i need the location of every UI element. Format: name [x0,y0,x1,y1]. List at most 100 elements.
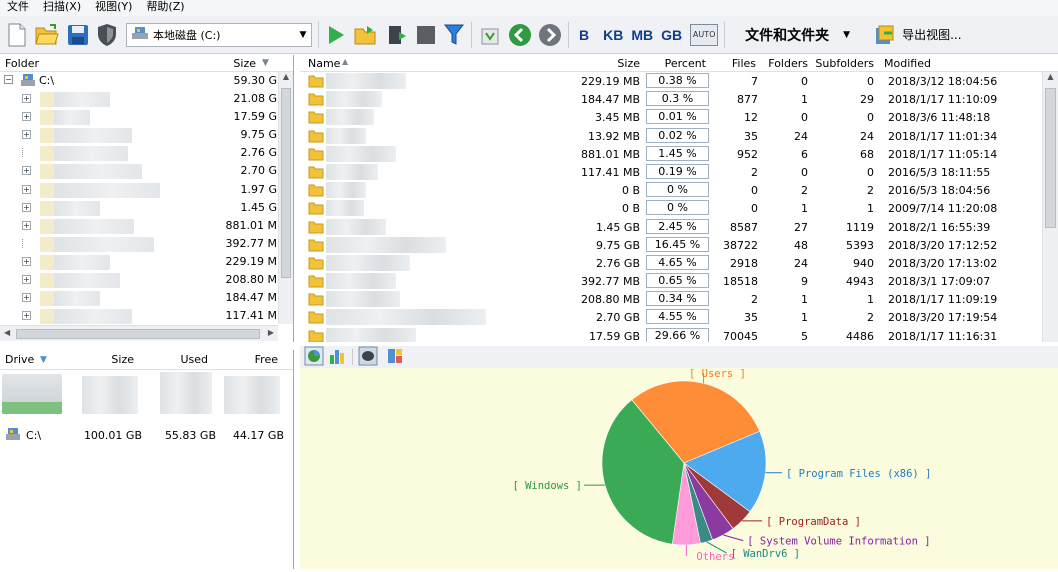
row-size: 2.70 GB [595,311,640,325]
tree-row[interactable]: 392.77 M [0,235,293,253]
export-icon[interactable] [874,21,896,49]
unit-mb-button[interactable]: MB [631,27,653,43]
tree-row[interactable]: +1.45 G [0,199,293,217]
server-icon[interactable] [385,21,409,49]
tree-row[interactable]: +881.01 M [0,217,293,235]
modified-column-header[interactable]: Modified [884,57,931,70]
folders-column-header[interactable]: Folders [768,57,808,70]
size-column-header[interactable]: Size [617,57,640,70]
row-files: 2918 [730,256,758,270]
pie-3d-icon[interactable] [358,346,378,369]
percent-column-header[interactable]: Percent [665,57,706,70]
list-row[interactable]: 2.76 GB 4.65 % 2918 24 940 2018/3/20 17:13:02 [300,254,1058,272]
tree-root-row[interactable]: − C:\ 59.30 G [0,72,293,90]
tree-horizontal-scrollbar[interactable]: ◀ ▶ [0,325,278,341]
scroll-left-icon[interactable]: ◀ [4,328,10,337]
tree-vertical-scrollbar[interactable]: ▲ [278,72,293,324]
bar-chart-icon[interactable] [328,347,346,368]
drive-size-header[interactable]: Size [70,353,134,366]
shield-icon[interactable] [96,21,118,49]
menu-view[interactable]: 视图(Y) [88,0,139,16]
list-row[interactable]: 117.41 MB 0.19 % 2 0 0 2016/5/3 18:11:55 [300,163,1058,181]
row-size: 184.47 MB [580,93,640,107]
tree-size: 392.77 M [225,236,277,250]
list-row[interactable]: 1.45 GB 2.45 % 8587 27 1119 2018/2/1 16:55:39 [300,218,1058,236]
drive-select[interactable]: 本地磁盘 (C:) ▼ [126,22,312,47]
list-row[interactable]: 0 B 0 % 0 1 1 2009/7/14 11:20:08 [300,199,1058,217]
stop-icon[interactable] [415,21,437,49]
scroll-up-icon[interactable]: ▲ [279,72,293,86]
list-row[interactable]: 17.59 GB 29.66 % 70045 5 4486 2018/1/17 11:16… [300,327,1058,342]
scroll-thumb[interactable] [16,329,260,339]
row-folders: 1 [801,93,808,107]
new-icon[interactable] [6,21,28,49]
chevron-down-icon[interactable]: ▼ [295,30,311,40]
menu-help[interactable]: 帮助(Z) [139,0,191,16]
unit-gb-button[interactable]: GB [661,27,682,43]
drive-row[interactable]: C:\ 100.01 GB 55.83 GB 44.17 GB [0,426,290,444]
scroll-right-icon[interactable]: ▶ [268,328,274,337]
row-files: 35 [744,311,758,325]
drive-column-header[interactable]: Drive [0,353,40,366]
play-icon[interactable] [325,21,347,49]
pie-chart-icon[interactable] [304,346,324,369]
list-row[interactable]: 3.45 MB 0.01 % 12 0 0 2018/3/6 11:48:18 [300,108,1058,126]
menu-file[interactable]: 文件 [0,0,36,16]
view-mode-select[interactable]: 文件和文件夹 [745,25,829,45]
list-row[interactable]: 184.47 MB 0.3 % 877 1 29 2018/1/17 11:10:09 [300,90,1058,108]
unit-auto-button[interactable]: AUTO [690,23,719,46]
scan-folder-icon[interactable] [353,21,379,49]
tree-row[interactable]: +2.70 G [0,162,293,180]
chevron-down-icon[interactable]: ▼ [843,30,850,40]
list-vertical-scrollbar[interactable]: ▲ [1042,72,1058,342]
list-row[interactable]: 881.01 MB 1.45 % 952 6 68 2018/1/17 11:05:14 [300,145,1058,163]
tree-row[interactable]: +17.59 G [0,108,293,126]
list-row[interactable]: 0 B 0 % 0 2 2 2016/5/3 18:04:56 [300,181,1058,199]
tree-row[interactable]: +9.75 G [0,126,293,144]
percent-bar: 1.45 % [646,145,709,161]
scroll-thumb[interactable] [1045,88,1056,228]
tree-row[interactable]: 2.76 G [0,144,293,162]
filter-icon[interactable] [443,21,465,49]
tree-row[interactable]: +1.97 G [0,181,293,199]
drive-used-header[interactable]: Used [134,353,208,366]
unit-b-button[interactable]: B [579,27,589,43]
row-modified: 2018/1/17 11:10:09 [888,93,998,107]
name-column-header[interactable]: Name [308,57,340,70]
save-icon[interactable] [66,21,90,49]
treemap-icon[interactable] [386,347,404,368]
subfolders-column-header[interactable]: Subfolders [815,57,874,70]
list-row[interactable]: 13.92 MB 0.02 % 35 24 24 2018/1/17 11:01:34 [300,127,1058,145]
row-folders: 27 [794,220,808,234]
files-column-header[interactable]: Files [732,57,756,70]
scroll-thumb[interactable] [281,88,291,278]
tree-row[interactable]: +229.19 M [0,253,293,271]
redacted-area [326,327,416,342]
unit-kb-button[interactable]: KB [603,27,623,43]
list-row[interactable]: 392.77 MB 0.65 % 18518 9 4943 2018/3/1 17:09:… [300,272,1058,290]
tree-row[interactable]: +21.08 G [0,90,293,108]
tree-row[interactable]: +184.47 M [0,289,293,307]
back-icon[interactable] [508,21,532,49]
list-row[interactable]: 229.19 MB 0.38 % 7 0 0 2018/3/12 18:04:56 [300,72,1058,90]
size-column-header[interactable]: Size [220,57,256,70]
tree-row[interactable]: +208.80 M [0,271,293,289]
pie-label: [ Users ] [689,368,746,380]
tree-row[interactable]: +117.41 M [0,307,293,324]
forward-icon[interactable] [538,21,562,49]
drive-used: 55.83 GB [164,428,216,442]
row-size: 3.45 MB [594,111,640,125]
row-subfolders: 5393 [846,238,874,252]
export-button[interactable]: 导出视图... [902,26,961,43]
drive-free-header[interactable]: Free [208,353,278,366]
list-row[interactable]: 9.75 GB 16.45 % 38722 48 5393 2018/3/20 17:12… [300,236,1058,254]
list-row[interactable]: 208.80 MB 0.34 % 2 1 1 2018/1/17 11:09:19 [300,290,1058,308]
list-row[interactable]: 2.70 GB 4.55 % 35 1 2 2018/3/20 17:19:54 [300,308,1058,326]
row-folders: 1 [801,293,808,307]
redacted-area [326,200,364,217]
folder-column-header[interactable]: Folder [0,57,220,70]
recycle-icon[interactable] [478,21,502,49]
open-folder-icon[interactable] [34,21,60,49]
menu-scan[interactable]: 扫描(X) [36,0,88,16]
scroll-up-icon[interactable]: ▲ [1043,72,1058,86]
